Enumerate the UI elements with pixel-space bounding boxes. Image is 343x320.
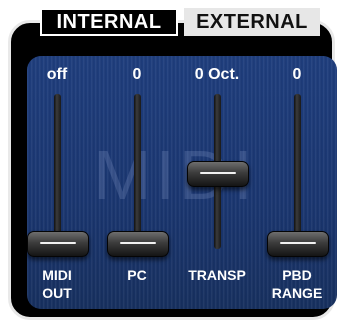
transp-value: 0 Oct.	[194, 66, 240, 83]
tab-external[interactable]: EXTERNAL	[184, 8, 320, 36]
pbd-range-label: PBD RANGE	[257, 266, 337, 302]
label-line-1: PBD	[282, 267, 312, 283]
tab-internal[interactable]: INTERNAL	[40, 8, 178, 36]
label-line-1: TRANSP	[188, 267, 246, 283]
midi-out-handle[interactable]	[27, 231, 89, 257]
handle-grip-line	[120, 242, 156, 244]
label-line-1: PC	[127, 267, 147, 283]
label-line-2: OUT	[42, 285, 72, 301]
label-line-2: RANGE	[271, 285, 323, 301]
source-tabs: INTERNAL EXTERNAL	[40, 8, 320, 36]
transp-handle[interactable]	[187, 161, 249, 187]
pc-value: 0	[132, 66, 142, 83]
pc-track[interactable]	[134, 94, 141, 249]
handle-grip-line	[280, 242, 316, 244]
pc-label: PC	[97, 266, 177, 284]
transp-label: TRANSP	[177, 266, 257, 284]
pc-handle[interactable]	[107, 231, 169, 257]
handle-grip-line	[200, 172, 236, 174]
handle-grip-line	[40, 242, 76, 244]
pbd-range-value: 0	[292, 66, 302, 83]
label-line-1: MIDI	[42, 267, 72, 283]
pbd-range-track[interactable]	[294, 94, 301, 249]
midi-out-track[interactable]	[54, 94, 61, 249]
pbd-range-handle[interactable]	[267, 231, 329, 257]
midi-out-label: MIDI OUT	[17, 266, 97, 302]
midi-out-value: off	[46, 66, 68, 83]
